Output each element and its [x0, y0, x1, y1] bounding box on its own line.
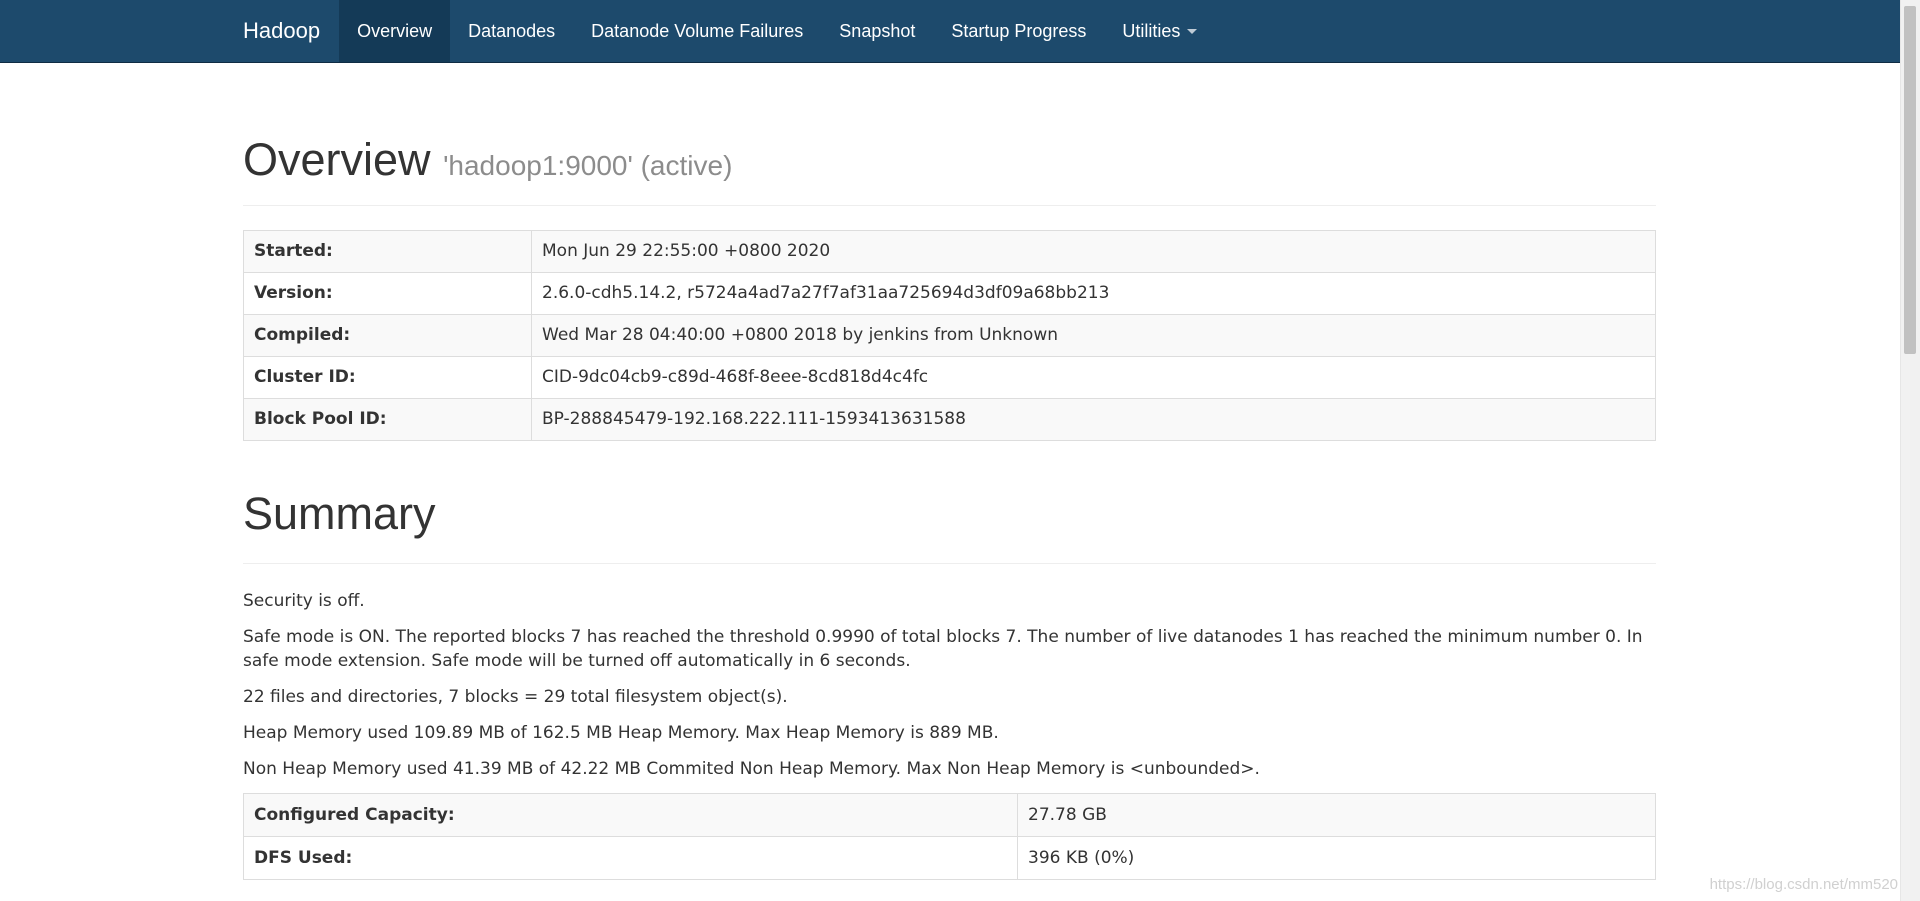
- table-row: Compiled: Wed Mar 28 04:40:00 +0800 2018…: [243, 313, 1656, 357]
- row-value: Mon Jun 29 22:55:00 +0800 2020: [531, 229, 1656, 273]
- filesystem-objects-text: 22 files and directories, 7 blocks = 29 …: [243, 687, 788, 707]
- nav-utilities-dropdown[interactable]: Utilities: [1104, 0, 1215, 62]
- scrollbar-thumb[interactable]: [1904, 6, 1916, 354]
- row-value: BP-288845479-192.168.222.111-15934136315…: [531, 397, 1656, 441]
- capacity-table: Configured Capacity: 27.78 GB DFS Used: …: [243, 793, 1656, 880]
- table-row: DFS Used: 396 KB (0%): [243, 836, 1656, 880]
- row-key: Configured Capacity:: [243, 793, 1018, 837]
- safe-mode-text: Safe mode is ON. The reported blocks 7 h…: [243, 627, 1643, 671]
- row-value: Wed Mar 28 04:40:00 +0800 2018 by jenkin…: [531, 313, 1656, 357]
- nav-utilities-label: Utilities: [1122, 20, 1181, 41]
- overview-subtitle: 'hadoop1:9000' (active): [443, 150, 733, 181]
- table-row: Started: Mon Jun 29 22:55:00 +0800 2020: [243, 229, 1656, 273]
- summary-heading: Summary: [243, 487, 436, 539]
- row-value: 2.6.0-cdh5.14.2, r5724a4ad7a27f7af31aa72…: [531, 271, 1656, 315]
- nav-snapshot[interactable]: Snapshot: [821, 0, 933, 62]
- security-status-text: Security is off.: [243, 591, 365, 611]
- nav-startup-progress[interactable]: Startup Progress: [933, 0, 1104, 62]
- row-key: Version:: [243, 271, 532, 315]
- watermark-text: https://blog.csdn.net/mm520: [1709, 876, 1898, 893]
- row-value: 27.78 GB: [1017, 793, 1656, 837]
- navbar-inner: Hadoop Overview Datanodes Datanode Volum…: [228, 0, 1215, 62]
- nav-overview[interactable]: Overview: [339, 0, 451, 62]
- row-key: Cluster ID:: [243, 355, 532, 399]
- summary-header: Summary: [243, 487, 1656, 564]
- brand-link[interactable]: Hadoop: [228, 0, 339, 62]
- overview-header: Overview 'hadoop1:9000' (active): [243, 135, 1656, 206]
- top-navbar: Hadoop Overview Datanodes Datanode Volum…: [0, 0, 1900, 63]
- overview-title: Overview: [243, 134, 431, 185]
- overview-table: Started: Mon Jun 29 22:55:00 +0800 2020 …: [243, 229, 1656, 441]
- vertical-scrollbar[interactable]: [1900, 0, 1920, 901]
- row-key: Started:: [243, 229, 532, 273]
- viewport: Hadoop Overview Datanodes Datanode Volum…: [0, 0, 1920, 901]
- table-row: Configured Capacity: 27.78 GB: [243, 793, 1656, 837]
- heap-memory-text: Heap Memory used 109.89 MB of 162.5 MB H…: [243, 723, 999, 743]
- table-row: Cluster ID: CID-9dc04cb9-c89d-468f-8eee-…: [243, 355, 1656, 399]
- non-heap-memory-text: Non Heap Memory used 41.39 MB of 42.22 M…: [243, 759, 1260, 779]
- main-container: Overview 'hadoop1:9000' (active) Started…: [243, 63, 1656, 880]
- summary-text: Security is off. Safe mode is ON. The re…: [243, 589, 1656, 781]
- caret-down-icon: [1187, 28, 1198, 34]
- row-key: Block Pool ID:: [243, 397, 532, 441]
- nav-datanodes[interactable]: Datanodes: [450, 0, 573, 62]
- row-value: CID-9dc04cb9-c89d-468f-8eee-8cd818d4c4fc: [531, 355, 1656, 399]
- row-value: 396 KB (0%): [1017, 836, 1656, 880]
- table-row: Block Pool ID: BP-288845479-192.168.222.…: [243, 397, 1656, 441]
- table-row: Version: 2.6.0-cdh5.14.2, r5724a4ad7a27f…: [243, 271, 1656, 315]
- row-key: Compiled:: [243, 313, 532, 357]
- row-key: DFS Used:: [243, 836, 1018, 880]
- nav-datanode-volume-failures[interactable]: Datanode Volume Failures: [573, 0, 821, 62]
- overview-heading: Overview 'hadoop1:9000' (active): [243, 135, 1656, 185]
